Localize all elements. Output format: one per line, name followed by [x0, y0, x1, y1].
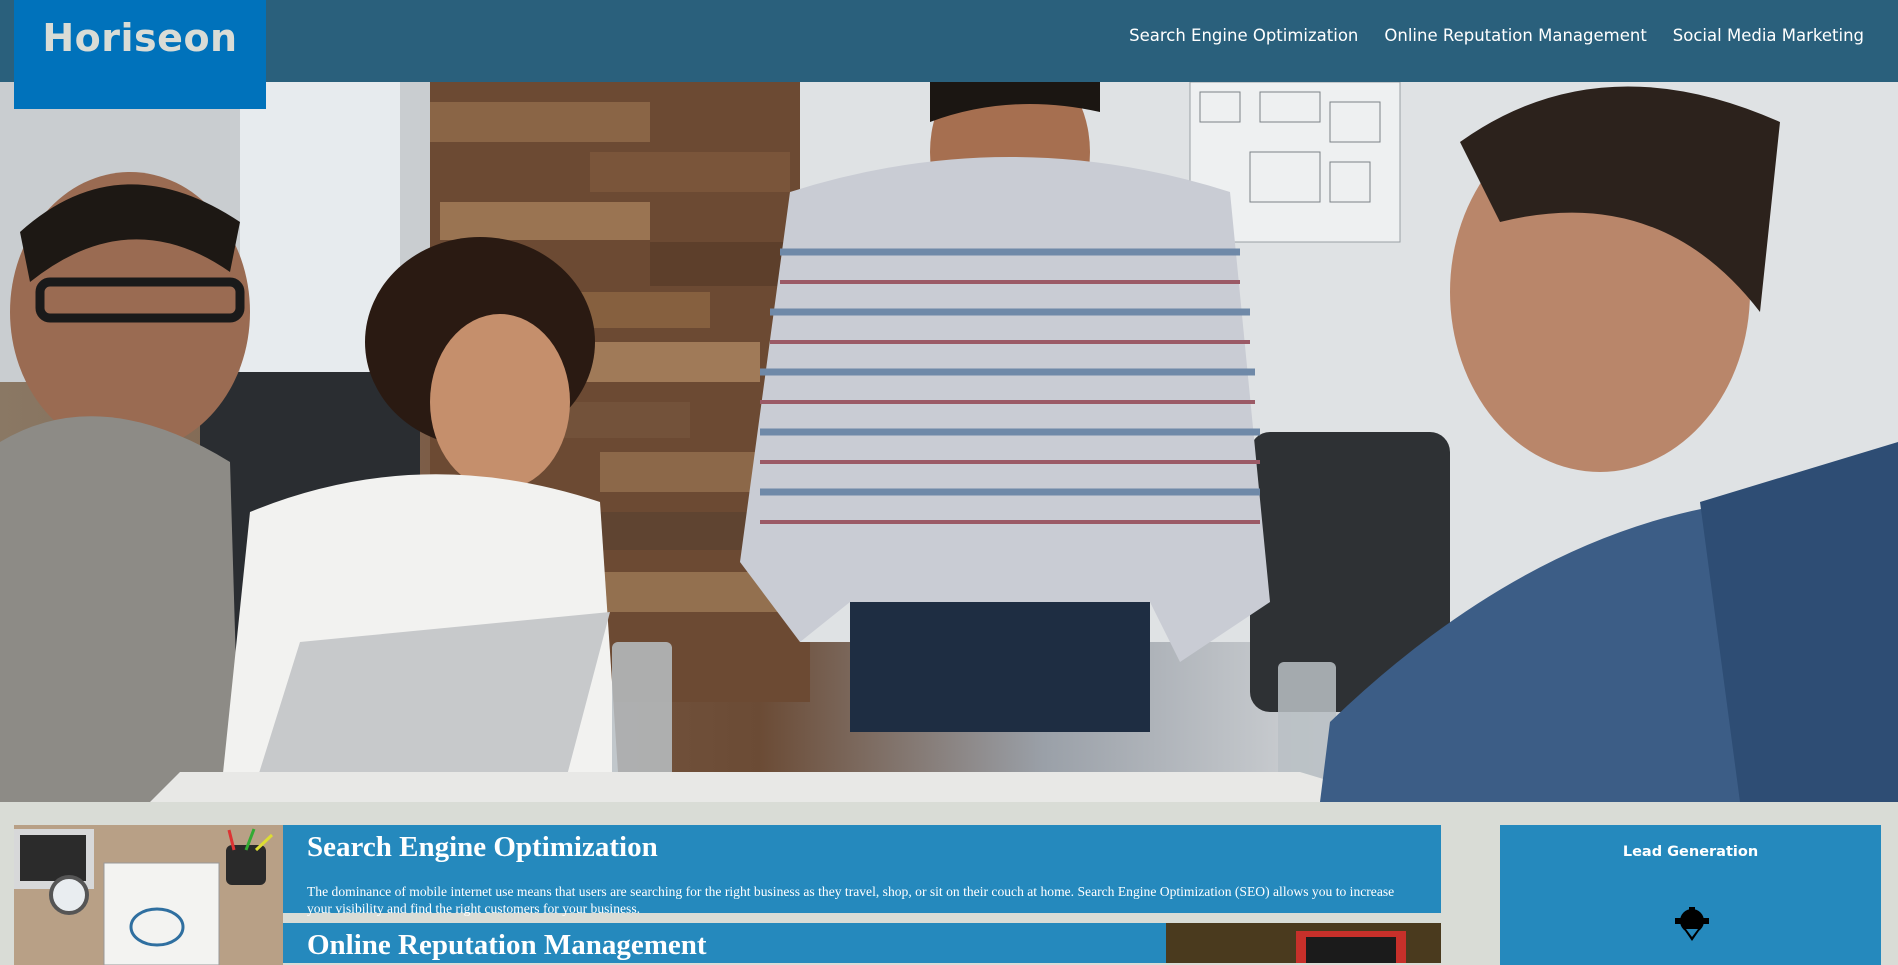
hero-photo-illustration [0, 82, 1898, 802]
lead-generation-icon [1673, 907, 1711, 952]
site-header: Horiseon Search Engine Optimization Onli… [0, 0, 1898, 109]
lead-generation-panel: Lead Generation [1500, 825, 1881, 965]
reputation-card-title: Online Reputation Management [307, 929, 707, 961]
reputation-card-image [1166, 923, 1441, 963]
nav-link-reputation[interactable]: Online Reputation Management [1384, 26, 1646, 45]
logo-text: Horiseon [42, 16, 238, 60]
reputation-card: Online Reputation Management [283, 923, 1166, 963]
nav-link-social[interactable]: Social Media Marketing [1673, 26, 1864, 45]
main-nav: Search Engine Optimization Online Reputa… [1129, 26, 1864, 45]
hero-image [0, 82, 1898, 802]
seo-card-text: The dominance of mobile internet use mea… [307, 884, 1395, 916]
seo-notebook-illustration [14, 825, 283, 965]
reputation-laptop-illustration [1166, 923, 1441, 963]
seo-card-image [14, 825, 283, 965]
seo-card: Search Engine Optimization The dominance… [283, 825, 1441, 916]
nav-link-seo[interactable]: Search Engine Optimization [1129, 26, 1358, 45]
logo[interactable]: Horiseon [14, 0, 266, 109]
seo-card-title: Search Engine Optimization [307, 831, 658, 863]
lead-generation-title: Lead Generation [1622, 844, 1759, 860]
